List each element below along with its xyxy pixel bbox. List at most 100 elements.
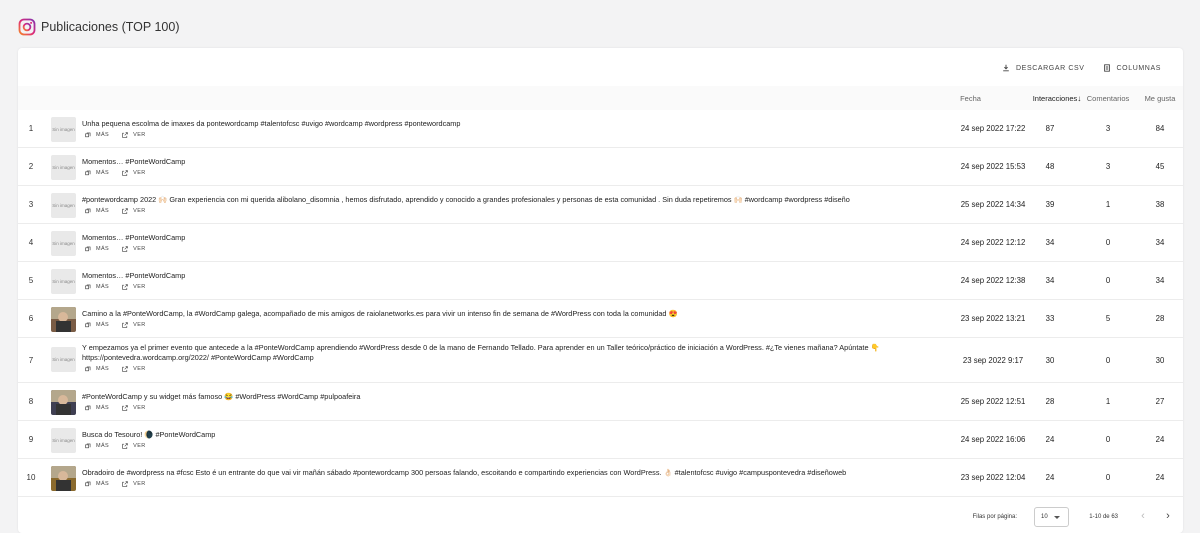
post-interactions: 39 [1045, 200, 1055, 209]
row-actions: MÁS VER [85, 322, 146, 328]
rows-per-page-select[interactable]: 10 [1034, 507, 1069, 527]
column-header-likes[interactable]: Me gusta [1135, 94, 1185, 103]
post-text: Camino a la #PonteWordCamp, la #WordCamp… [82, 309, 678, 318]
table-row: 5 Sin imagen Momentos… #PonteWordCamp MÁ… [18, 262, 1183, 300]
view-button[interactable]: VER [122, 284, 146, 290]
pagination-range: 1-10 de 63 [1089, 514, 1118, 520]
post-text: Momentos… #PonteWordCamp [82, 233, 186, 242]
download-icon [1003, 64, 1009, 72]
view-label: VER [133, 170, 146, 176]
view-label: VER [133, 481, 146, 487]
post-thumbnail-image[interactable] [51, 390, 76, 415]
post-comments: 5 [1105, 314, 1111, 323]
rank-number: 6 [28, 314, 34, 323]
post-interactions: 24 [1045, 473, 1055, 482]
chevron-left-icon: ‹ [1141, 510, 1145, 522]
post-interactions: 30 [1045, 355, 1055, 365]
post-likes: 45 [1155, 162, 1165, 171]
post-likes: 27 [1155, 397, 1165, 406]
no-image-placeholder: Sin imagen [51, 117, 76, 142]
view-label: VER [133, 284, 146, 290]
post-interactions: 24 [1045, 435, 1055, 444]
post-text: Unha pequena escolma de imaxes da pontew… [82, 119, 461, 128]
previous-page-button[interactable]: ‹ [1136, 509, 1150, 523]
post-text: Momentos… #PonteWordCamp [82, 271, 186, 280]
view-button[interactable]: VER [122, 322, 146, 328]
more-button[interactable]: MÁS [85, 443, 109, 449]
table-row: 9 Sin imagen Busca do Tesouro! 🌘 #PonteW… [18, 421, 1183, 459]
table-row: 7 Sin imagen Y empezamos ya el primer ev… [18, 338, 1183, 383]
post-interactions: 28 [1045, 397, 1055, 406]
more-button[interactable]: MÁS [85, 132, 109, 138]
column-header-comments[interactable]: Comentarios [1083, 94, 1133, 103]
more-label: MÁS [96, 481, 110, 487]
more-label: MÁS [96, 322, 110, 328]
external-link-icon [122, 208, 128, 214]
more-button[interactable]: MÁS [85, 366, 109, 372]
post-comments: 0 [1105, 355, 1111, 365]
row-actions: MÁS VER [85, 405, 146, 411]
post-likes: 84 [1155, 124, 1165, 133]
more-label: MÁS [96, 208, 110, 214]
more-button[interactable]: MÁS [85, 481, 109, 487]
post-comments: 0 [1105, 276, 1111, 285]
download-csv-button[interactable]: DESCARGAR CSV [1002, 64, 1084, 72]
more-button[interactable]: MÁS [85, 405, 109, 411]
table-row: 1 Sin imagen Unha pequena escolma de ima… [18, 110, 1183, 148]
copy-icon [85, 366, 91, 372]
external-link-icon [122, 132, 128, 138]
view-button[interactable]: VER [122, 208, 146, 214]
view-label: VER [133, 132, 146, 138]
download-csv-label: DESCARGAR CSV [1016, 64, 1085, 72]
rank-number: 8 [28, 397, 34, 406]
view-button[interactable]: VER [122, 170, 146, 176]
row-actions: MÁS VER [85, 284, 146, 290]
column-header-interactions[interactable]: Interacciones↓ [1026, 94, 1088, 103]
view-button[interactable]: VER [122, 366, 146, 372]
more-button[interactable]: MÁS [85, 284, 109, 290]
no-image-placeholder: Sin imagen [51, 193, 76, 218]
view-button[interactable]: VER [122, 405, 146, 411]
more-button[interactable]: MÁS [85, 170, 109, 176]
row-actions: MÁS VER [85, 246, 146, 252]
row-actions: MÁS VER [85, 366, 146, 372]
columns-icon [1103, 64, 1110, 72]
no-image-placeholder: Sin imagen [51, 155, 76, 180]
post-thumbnail-image[interactable] [51, 466, 76, 491]
view-label: VER [133, 322, 146, 328]
more-label: MÁS [96, 443, 110, 449]
rows-per-page-value: 10 [1041, 514, 1048, 520]
no-image-placeholder: Sin imagen [51, 231, 76, 256]
rank-number: 10 [26, 473, 36, 482]
more-button[interactable]: MÁS [85, 246, 109, 252]
page-header: Publicaciones (TOP 100) [18, 15, 180, 39]
view-button[interactable]: VER [122, 481, 146, 487]
copy-icon [85, 405, 91, 411]
table-body: 1 Sin imagen Unha pequena escolma de ima… [18, 110, 1183, 497]
view-button[interactable]: VER [122, 246, 146, 252]
rank-number: 1 [28, 124, 34, 133]
post-text: #PonteWordCamp y su widget más famoso 😂 … [82, 392, 361, 401]
external-link-icon [122, 366, 128, 372]
rank-number: 4 [28, 238, 34, 247]
post-interactions: 33 [1045, 314, 1055, 323]
table-row: 8 #PonteWordCamp y su widget más famoso … [18, 383, 1183, 421]
columns-label: COLUMNAS [1116, 64, 1161, 72]
post-comments: 3 [1105, 124, 1111, 133]
rank-number: 3 [28, 200, 34, 209]
post-comments: 1 [1105, 200, 1111, 209]
columns-button[interactable]: COLUMNAS [1103, 64, 1161, 72]
no-image-placeholder: Sin imagen [51, 347, 76, 372]
more-label: MÁS [96, 246, 110, 252]
post-likes: 24 [1155, 435, 1165, 444]
next-page-button[interactable]: › [1161, 509, 1175, 523]
post-comments: 1 [1105, 397, 1111, 406]
view-button[interactable]: VER [122, 132, 146, 138]
view-button[interactable]: VER [122, 443, 146, 449]
copy-icon [85, 443, 91, 449]
post-thumbnail-image[interactable] [51, 307, 76, 332]
more-button[interactable]: MÁS [85, 322, 109, 328]
column-header-date[interactable]: Fecha [923, 94, 1018, 103]
more-label: MÁS [96, 405, 110, 411]
more-button[interactable]: MÁS [85, 208, 109, 214]
